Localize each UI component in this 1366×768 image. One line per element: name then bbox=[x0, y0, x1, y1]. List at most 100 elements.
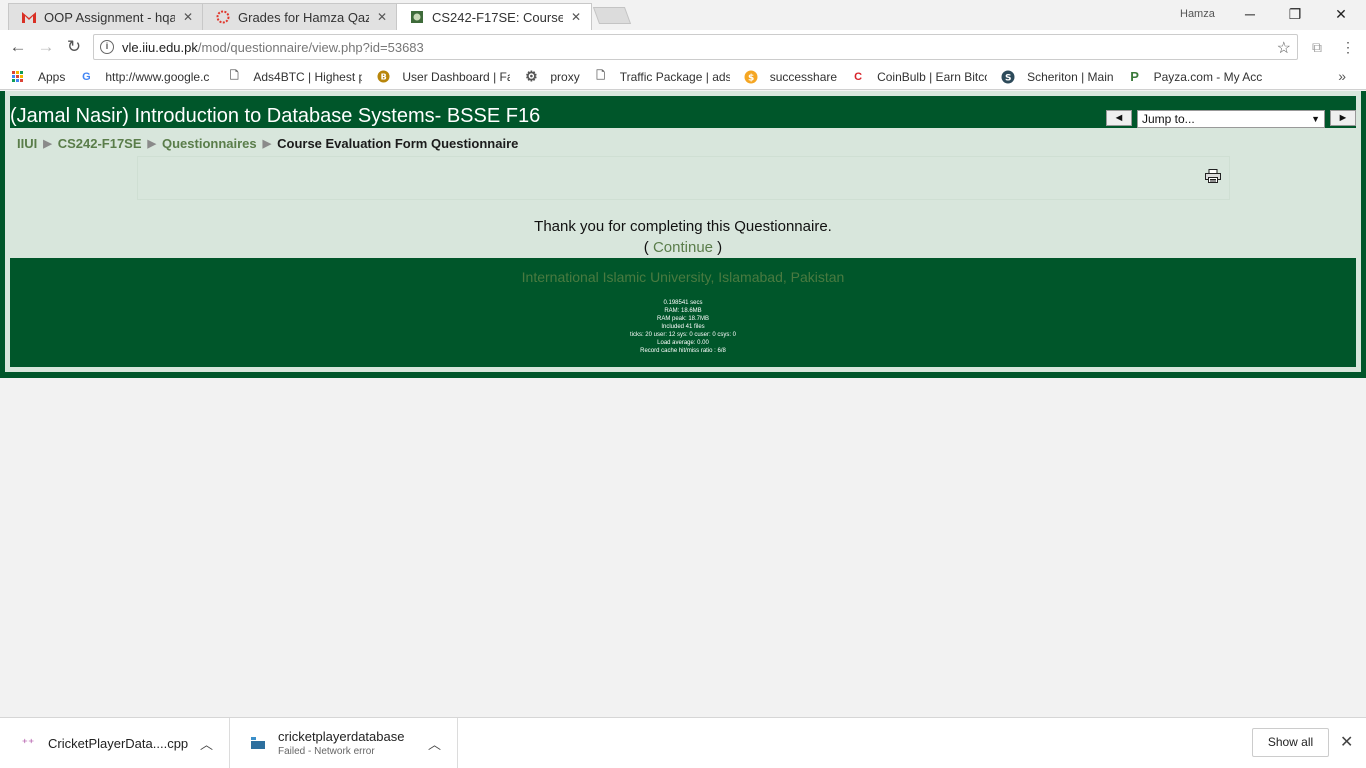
svg-text:S: S bbox=[1005, 73, 1011, 83]
jump-to-select[interactable]: Jump to... ▼ bbox=[1137, 110, 1325, 128]
url-path: /mod/questionnaire/view.php?id=53683 bbox=[197, 39, 424, 55]
stat-line: Record cache hit/miss ratio : 6/8 bbox=[640, 348, 726, 354]
stat-line: RAM: 18.6MB bbox=[664, 308, 702, 314]
bookmark-star-icon[interactable]: ☆ bbox=[1277, 38, 1291, 58]
breadcrumb-link-course[interactable]: CS242-F17SE bbox=[58, 136, 142, 151]
breadcrumb-link-questionnaires[interactable]: Questionnaires bbox=[162, 136, 257, 151]
breadcrumb-separator-icon: ▶ bbox=[43, 138, 52, 150]
course-title: (Jamal Nasir) Introduction to Database S… bbox=[10, 105, 541, 127]
svg-text:$: $ bbox=[748, 73, 754, 83]
menu-kebab-icon[interactable]: ⋮ bbox=[1340, 39, 1356, 55]
chevron-up-icon[interactable]: ︿ bbox=[200, 734, 213, 753]
jump-next-button[interactable]: ► bbox=[1330, 110, 1356, 126]
page-frame: (Jamal Nasir) Introduction to Database S… bbox=[0, 91, 1366, 378]
thank-you-message: Thank you for completing this Questionna… bbox=[534, 218, 832, 235]
breadcrumb-separator-icon: ▶ bbox=[147, 138, 156, 150]
bookmark-proxy[interactable]: ⚙ proxy bbox=[524, 68, 580, 84]
stat-line: ticks: 20 user: 12 sys: 0 cuser: 0 csys:… bbox=[629, 332, 737, 338]
page-icon: 🗋 bbox=[596, 70, 606, 82]
close-icon[interactable]: ✕ bbox=[181, 10, 195, 24]
breadcrumb-current: Course Evaluation Form Questionnaire bbox=[277, 136, 519, 151]
canvas-icon bbox=[215, 9, 231, 25]
bookmark-label: Apps bbox=[38, 69, 66, 84]
show-all-button[interactable]: Show all bbox=[1252, 728, 1329, 757]
close-window-icon[interactable]: ✕ bbox=[1321, 4, 1361, 24]
bookmark-ads4btc[interactable]: 🗋 Ads4BTC | Highest p bbox=[227, 70, 362, 84]
bookmark-label: Scheriton | Main bbox=[1027, 69, 1114, 84]
gear-icon: ⚙ bbox=[525, 68, 538, 84]
bookmark-label: successhare bbox=[769, 69, 838, 84]
stat-line: Included 41 files bbox=[661, 324, 705, 330]
coin-icon: B bbox=[376, 70, 390, 84]
google-icon: G bbox=[82, 70, 91, 83]
bookmark-scheriton[interactable]: S Scheriton | Main bbox=[1001, 70, 1114, 84]
performance-stats: 0.198541 secs RAM: 18.6MB RAM peak: 18.7… bbox=[10, 299, 1356, 355]
download-filename: cricketplayerdatabase bbox=[278, 729, 405, 744]
bookmark-apps[interactable]: Apps bbox=[12, 70, 65, 84]
bookmark-label: User Dashboard | Fa bbox=[402, 69, 511, 84]
bookmarks-overflow-icon[interactable]: » bbox=[1338, 68, 1346, 84]
dollar-coin-icon: $ bbox=[744, 70, 758, 84]
download-item-cpp[interactable]: ⁺⁺ CricketPlayerData....cpp ︿ bbox=[0, 718, 230, 768]
page-inner: (Jamal Nasir) Introduction to Database S… bbox=[5, 91, 1361, 372]
continue-line: ( Continue ) bbox=[10, 239, 1356, 256]
bookmark-label: Payza.com - My Acc bbox=[1153, 69, 1263, 84]
bookmark-traffic-package[interactable]: 🗋 Traffic Package | adsc bbox=[594, 70, 729, 84]
tab-strip: OOP Assignment - hqazi( ✕ Grades for Ham… bbox=[0, 0, 1366, 30]
new-tab-button[interactable] bbox=[592, 7, 632, 24]
breadcrumb-link-iiui[interactable]: IIUI bbox=[17, 136, 37, 151]
browser-toolbar: ← → ↻ i vle.iiu.edu.pk /mod/questionnair… bbox=[0, 30, 1366, 64]
questionnaire-box bbox=[137, 156, 1230, 200]
footer-university: International Islamic University, Islama… bbox=[521, 269, 845, 285]
continue-paren-open: ( bbox=[643, 239, 653, 256]
restore-icon[interactable]: ❐ bbox=[1275, 4, 1315, 24]
breadcrumb-separator-icon: ▶ bbox=[262, 138, 272, 150]
close-icon[interactable]: ✕ bbox=[375, 10, 389, 24]
continue-link[interactable]: Continue bbox=[653, 239, 713, 256]
apps-grid-icon bbox=[12, 70, 24, 83]
download-shelf: ⁺⁺ CricketPlayerData....cpp ︿ cricketpla… bbox=[0, 717, 1366, 768]
jump-prev-button[interactable]: ◄ bbox=[1106, 110, 1132, 126]
jump-to-label: Jump to... bbox=[1142, 112, 1195, 126]
svg-text:B: B bbox=[380, 73, 386, 82]
info-icon[interactable]: i bbox=[100, 40, 114, 54]
profile-name[interactable]: Hamza bbox=[1180, 8, 1215, 20]
minimize-icon[interactable]: ─ bbox=[1230, 4, 1270, 24]
chevron-down-icon: ▼ bbox=[1311, 114, 1320, 124]
close-icon[interactable]: ✕ bbox=[569, 10, 583, 24]
tab-grades[interactable]: Grades for Hamza Qazi: Ir ✕ bbox=[202, 3, 398, 30]
bookmark-coinbulb[interactable]: C CoinBulb | Earn Bitco bbox=[851, 70, 987, 84]
bookmark-label: CoinBulb | Earn Bitco bbox=[877, 69, 988, 84]
bookmark-user-dashboard[interactable]: B User Dashboard | Fa bbox=[376, 70, 510, 84]
close-icon[interactable]: ✕ bbox=[1340, 732, 1353, 752]
bookmark-label: http://www.google.c bbox=[105, 69, 210, 84]
file-icon bbox=[250, 735, 266, 751]
chevron-up-icon[interactable]: ︿ bbox=[428, 734, 441, 753]
scheriton-icon: S bbox=[1001, 70, 1015, 84]
address-bar[interactable]: i vle.iiu.edu.pk /mod/questionnaire/view… bbox=[93, 34, 1298, 60]
cpp-file-icon: ⁺⁺ bbox=[21, 736, 35, 750]
bookmark-payza[interactable]: P Payza.com - My Acc bbox=[1128, 69, 1264, 84]
tab-course-evaluation[interactable]: CS242-F17SE: Course Eva ✕ bbox=[396, 3, 592, 30]
continue-paren-close: ) bbox=[713, 239, 723, 256]
breadcrumb: IIUI ▶ CS242-F17SE ▶ Questionnaires ▶ Co… bbox=[17, 136, 518, 151]
moodle-icon bbox=[409, 9, 425, 25]
reload-icon[interactable]: ↻ bbox=[64, 37, 84, 57]
tab-title: OOP Assignment - hqazi( bbox=[44, 9, 175, 25]
page-footer: International Islamic University, Islama… bbox=[10, 258, 1356, 367]
download-status: Failed - Network error bbox=[278, 746, 375, 757]
extension-icon[interactable]: ⧉ bbox=[1309, 39, 1325, 55]
bookmark-label: Ads4BTC | Highest p bbox=[253, 69, 363, 84]
stat-line: RAM peak: 18.7MB bbox=[656, 316, 710, 322]
back-icon[interactable]: ← bbox=[8, 37, 28, 57]
bookmarks-bar: Apps G http://www.google.c 🗋 Ads4BTC | H… bbox=[0, 64, 1366, 90]
print-icon[interactable] bbox=[1205, 169, 1221, 183]
tab-title: CS242-F17SE: Course Eva bbox=[432, 9, 563, 25]
tab-title: Grades for Hamza Qazi: Ir bbox=[238, 9, 369, 25]
download-item-database[interactable]: cricketplayerdatabase Failed - Network e… bbox=[230, 718, 458, 768]
bookmark-label: proxy bbox=[550, 69, 580, 84]
forward-icon[interactable]: → bbox=[36, 37, 56, 57]
tab-oop-assignment[interactable]: OOP Assignment - hqazi( ✕ bbox=[8, 3, 204, 30]
bookmark-google[interactable]: G http://www.google.c bbox=[79, 70, 213, 84]
bookmark-successhare[interactable]: $ successhare bbox=[744, 70, 837, 84]
